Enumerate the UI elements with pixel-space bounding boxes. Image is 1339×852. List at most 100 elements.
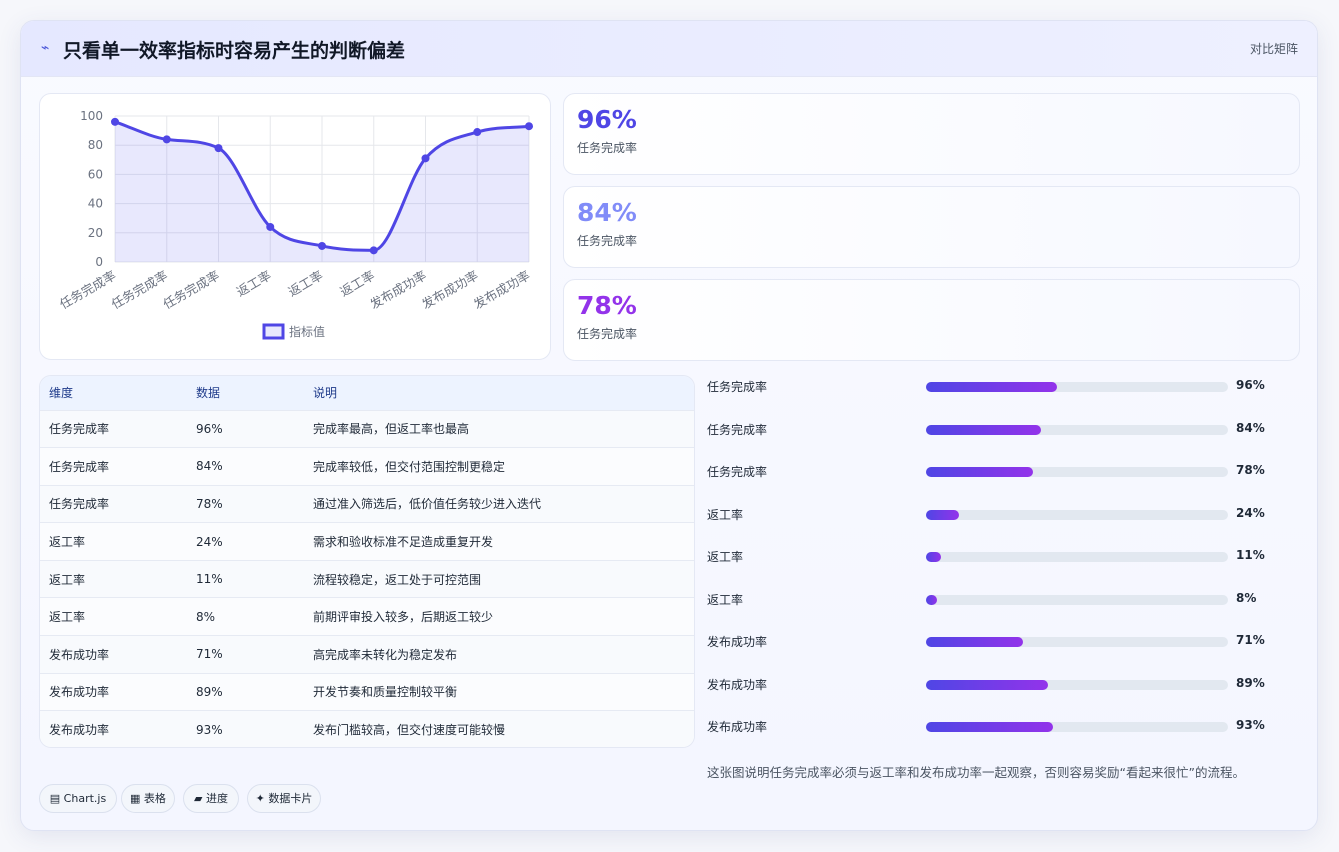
- line-chart: 020406080100任务完成率任务完成率任务完成率 返工率 返工率 返工率发布成功…: [57, 109, 533, 340]
- progress-value: 71%: [1236, 633, 1265, 647]
- line-chart-panel: 0 20 40 60 80 100 任务完成率 任务完成率 任务完成率 返工率 返工率 返工率 发布成功…: [39, 93, 551, 360]
- stat-card: 84% 任务完成率: [563, 186, 1300, 268]
- progress-row: 返工率 8%: [707, 589, 1307, 609]
- cell-dimension: 任务完成率: [49, 422, 110, 437]
- y-tick-label: 60: [88, 167, 103, 181]
- cell-dimension: 返工率: [49, 610, 86, 625]
- progress-value: 24%: [1236, 505, 1265, 520]
- progress-row: 返工率 24%: [707, 504, 1307, 524]
- progress-value: 93%: [1236, 718, 1265, 732]
- progress-track: [926, 594, 1228, 605]
- data-point: [369, 246, 378, 255]
- data-point: [318, 241, 326, 250]
- stat-value: 84%: [577, 198, 637, 227]
- cell-description: 高完成率未转化为稳定发布: [313, 647, 458, 662]
- data-point: [214, 144, 223, 153]
- cell-dimension: 返工率: [49, 572, 86, 587]
- stat-card: 78% 任务完成率: [563, 279, 1300, 361]
- cell-description: 完成率最高，但返工率也最高: [313, 422, 470, 437]
- tech-chip[interactable]: ▤ Chart.js: [39, 784, 117, 813]
- progress-fill: [926, 722, 1053, 732]
- cell-data: 78%: [196, 496, 223, 511]
- progress-track: [926, 509, 1228, 520]
- progress-label: 发布成功率: [707, 635, 768, 649]
- x-tick-label: 返工率: [234, 268, 274, 300]
- cell-data: 96%: [196, 421, 223, 436]
- data-table: 维度 数据 说明 任务完成率 96% 完成率最高，但返工率也最高 任务完成率 84% 完成…: [40, 376, 694, 747]
- progress-fill: [926, 424, 1041, 435]
- tech-chip[interactable]: ▦ 表格: [121, 784, 175, 813]
- cell-description: 开发节奏和质量控制较平衡: [313, 685, 458, 700]
- cell-description: 通过准入筛选后，低价值任务较少进入迭代: [313, 497, 542, 512]
- data-point: [473, 128, 482, 137]
- y-tick-label: 40: [88, 197, 103, 211]
- table-row: 任务完成率 78% 通过准入筛选后，低价值任务较少进入迭代: [40, 485, 694, 523]
- table-row: 返工率 11% 流程较稳定，返工处于可控范围: [40, 560, 694, 598]
- progress-row: 发布成功率 89%: [707, 674, 1307, 694]
- data-point: [421, 154, 430, 163]
- cell-dimension: 返工率: [49, 535, 86, 550]
- progress-track: [926, 679, 1228, 690]
- cell-dimension: 任务完成率: [49, 459, 110, 474]
- table-row: 发布成功率 89% 开发节奏和质量控制较平衡: [40, 673, 694, 711]
- cell-data: 84%: [196, 459, 223, 474]
- stat-card: 96% 任务完成率: [563, 93, 1300, 175]
- cell-dimension: 发布成功率: [49, 723, 110, 738]
- progress-label: 返工率: [707, 592, 744, 607]
- progress-label: 任务完成率: [707, 380, 768, 394]
- progress-fill: [926, 594, 937, 605]
- data-point: [266, 222, 275, 231]
- progress-track: [926, 552, 1228, 562]
- progress-fill: [926, 637, 1023, 647]
- table-header-row: 维度 数据 说明: [40, 376, 694, 410]
- cell-data: 8%: [196, 609, 216, 624]
- progress-value: 84%: [1236, 420, 1265, 435]
- header-tag: 对比矩阵: [1249, 42, 1298, 56]
- cell-data: 89%: [196, 684, 223, 699]
- progress-row: 发布成功率 71%: [707, 631, 1307, 651]
- progress-value: 89%: [1236, 675, 1265, 690]
- legend-label: 指标值: [289, 324, 325, 339]
- progress-track: [926, 467, 1228, 477]
- progress-fill: [926, 679, 1049, 690]
- progress-track: [926, 637, 1228, 647]
- cell-data: 11%: [196, 572, 223, 587]
- cell-description: 发布门槛较高，但交付速度可能较慢: [313, 723, 506, 738]
- stat-label: 任务完成率: [577, 327, 638, 341]
- table-row: 发布成功率 93% 发布门槛较高，但交付速度可能较慢: [40, 710, 694, 747]
- table-row: 任务完成率 84% 完成率较低，但交付范围控制更稳定: [40, 447, 694, 486]
- tech-chip[interactable]: ✦ 数据卡片: [247, 784, 321, 813]
- progress-label: 任务完成率: [707, 465, 768, 479]
- cell-description: 需求和验收标准不足造成重复开发: [313, 535, 494, 550]
- progress-label: 返工率: [707, 507, 744, 522]
- progress-track: [926, 722, 1228, 732]
- progress-row: 发布成功率 93%: [707, 716, 1307, 736]
- cell-description: 完成率较低，但交付范围控制更稳定: [313, 459, 506, 474]
- x-tick-label: 任务完成率: [160, 268, 222, 312]
- cell-dimension: 任务完成率: [49, 497, 110, 512]
- data-point: [111, 117, 119, 126]
- y-tick-label: 100: [80, 109, 103, 123]
- data-point: [162, 135, 171, 144]
- progress-label: 发布成功率: [707, 720, 768, 734]
- table-row: 返工率 8% 前期评审投入较多，后期返工较少: [40, 597, 694, 636]
- progress-row: 返工率 11%: [707, 546, 1307, 566]
- progress-label: 发布成功率: [707, 677, 768, 692]
- cell-description: 流程较稳定，返工处于可控范围: [313, 572, 482, 587]
- tech-chip[interactable]: ▰ 进度: [183, 784, 239, 813]
- progress-row: 任务完成率 96%: [707, 376, 1307, 396]
- cell-data: 71%: [196, 647, 223, 662]
- progress-fill: [926, 382, 1058, 392]
- progress-fill: [926, 467, 1034, 477]
- spark-icon: ⌁: [41, 40, 50, 56]
- progress-track: [926, 424, 1228, 435]
- progress-value: 8%: [1236, 590, 1257, 605]
- dashboard-card: ⌁ 只看单一效率指标时容易产生的判断偏差 对比矩阵 0 20 40 60 80 100 任务…: [20, 20, 1318, 831]
- table-row: 发布成功率 71% 高完成率未转化为稳定发布: [40, 635, 694, 674]
- progress-value: 78%: [1236, 463, 1265, 477]
- progress-value: 11%: [1236, 548, 1265, 562]
- cell-dimension: 发布成功率: [49, 685, 110, 700]
- cell-description: 前期评审投入较多，后期返工较少: [313, 610, 494, 625]
- x-tick-label: 返工率: [286, 268, 326, 300]
- summary-note: 这张图说明任务完成率必须与返工率和发布成功率一起观察，否则容易奖励“看起来很忙”…: [707, 765, 1245, 780]
